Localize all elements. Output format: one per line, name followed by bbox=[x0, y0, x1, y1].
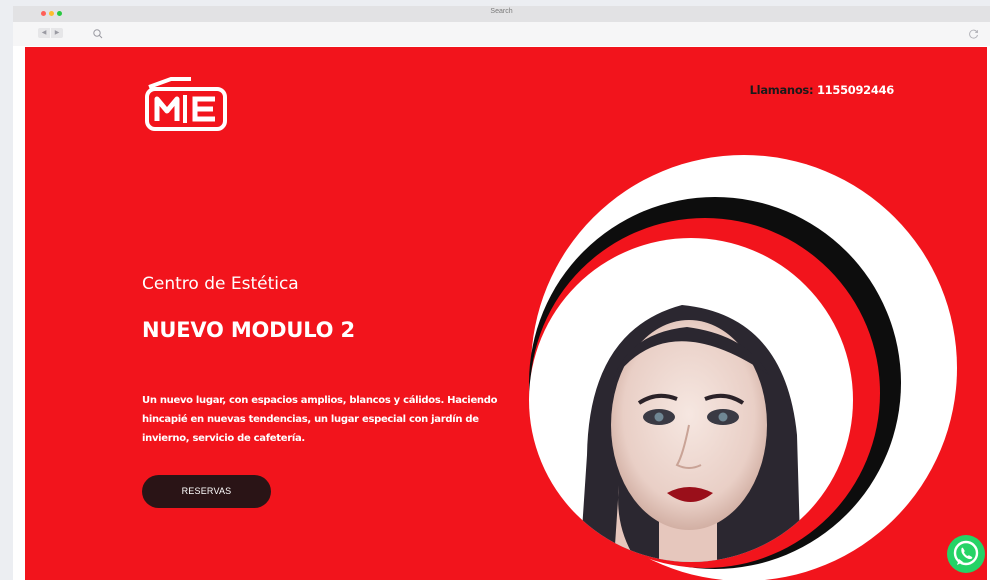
search-icon[interactable] bbox=[92, 28, 104, 40]
hero-subtitle: Centro de Estética bbox=[142, 274, 299, 294]
landing-page: Llamanos: 1155092446 Centro de Estética … bbox=[25, 47, 987, 580]
me-logo[interactable] bbox=[143, 77, 229, 133]
phone-contact[interactable]: Llamanos: 1155092446 bbox=[749, 83, 895, 97]
phone-label: Llamanos: bbox=[749, 83, 814, 97]
phone-number[interactable]: 1155092446 bbox=[813, 83, 894, 97]
window-title: Search bbox=[490, 8, 513, 15]
browser-window: Search ◀ ▶ Llamanos: 1155092446 Centro d… bbox=[13, 6, 990, 580]
whatsapp-icon[interactable] bbox=[945, 533, 987, 575]
back-button[interactable]: ◀ bbox=[38, 28, 50, 38]
hero-portrait-graphic bbox=[529, 155, 957, 580]
hero-description: Un nuevo lugar, con espacios amplios, bl… bbox=[142, 395, 498, 444]
browser-titlebar: Search bbox=[13, 6, 990, 22]
hero-title: NUEVO MODULO 2 bbox=[142, 318, 355, 342]
reservas-button[interactable]: RESERVAS bbox=[142, 475, 271, 508]
forward-button[interactable]: ▶ bbox=[51, 28, 63, 38]
browser-toolbar: ◀ ▶ bbox=[13, 22, 990, 46]
reload-icon[interactable] bbox=[968, 28, 980, 40]
